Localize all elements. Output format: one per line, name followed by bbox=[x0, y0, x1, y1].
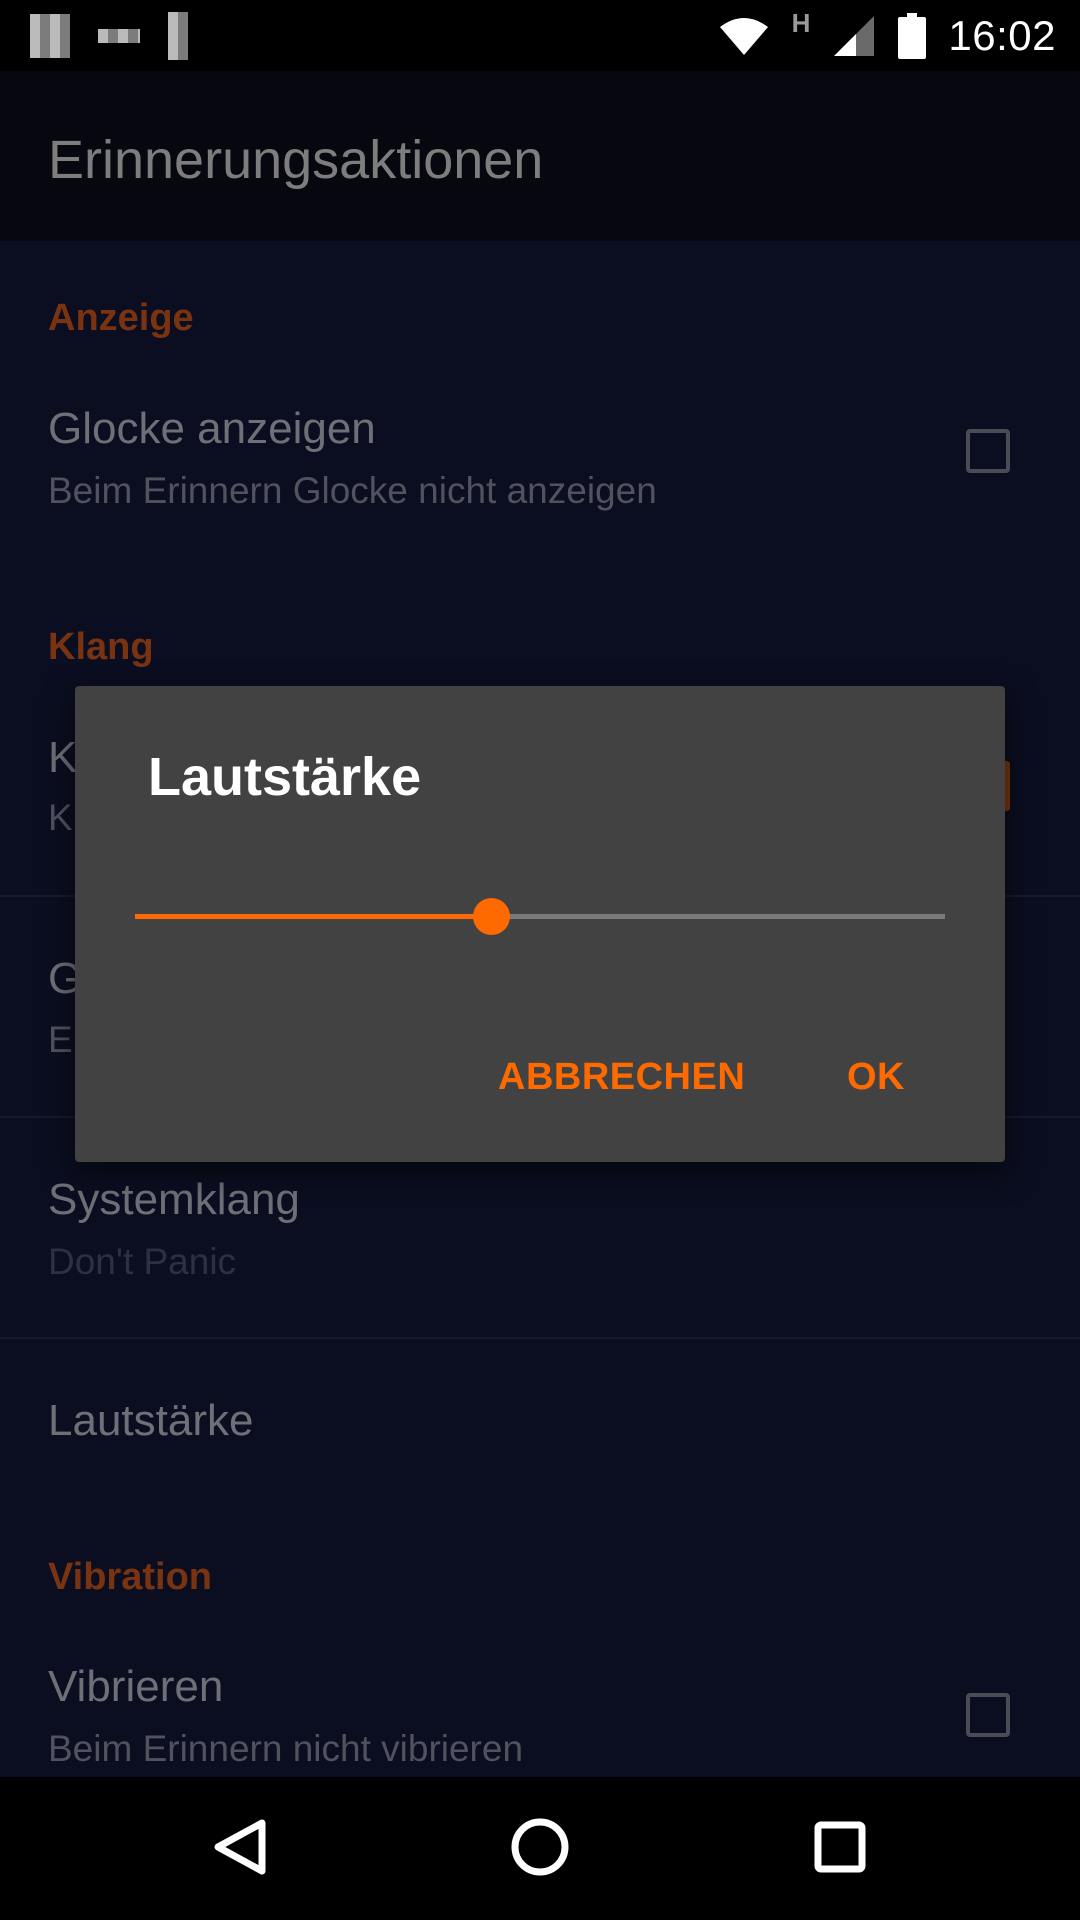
pref-summary: Don't Panic bbox=[48, 1241, 237, 1282]
pref-title: Vibrieren bbox=[48, 1662, 224, 1711]
section-header-vibration: Vibration bbox=[48, 1556, 212, 1598]
status-icons: H 16:02 bbox=[718, 6, 1056, 66]
pref-title: Glocke anzeigen bbox=[48, 404, 376, 453]
pref-summary: K bbox=[48, 797, 73, 838]
pref-summary: Beim Erinnern nicht vibrieren bbox=[48, 1728, 524, 1769]
show-bell-checkbox[interactable] bbox=[966, 429, 1010, 473]
section-header-display: Anzeige bbox=[48, 297, 194, 339]
navigation-bar bbox=[0, 1777, 1080, 1920]
notification-icons bbox=[30, 12, 188, 60]
volume-slider[interactable] bbox=[135, 896, 945, 936]
status-bar: H 16:02 bbox=[0, 0, 1080, 71]
notification-icon bbox=[30, 14, 70, 58]
slider-thumb[interactable] bbox=[473, 898, 510, 935]
volume-dialog: Lautstärke ABBRECHEN OK bbox=[75, 686, 1005, 1162]
pref-title: K bbox=[48, 733, 78, 782]
divider bbox=[0, 1337, 1080, 1339]
pref-summary: Beim Erinnern Glocke nicht anzeigen bbox=[48, 470, 657, 511]
home-icon[interactable] bbox=[490, 1797, 590, 1897]
notification-icon bbox=[168, 12, 188, 60]
cancel-button[interactable]: ABBRECHEN bbox=[498, 1056, 745, 1099]
cell-signal-icon bbox=[834, 16, 875, 56]
section-header-sound: Klang bbox=[48, 626, 154, 668]
notification-icon bbox=[98, 29, 140, 43]
vibrate-checkbox[interactable] bbox=[966, 1693, 1010, 1737]
slider-fill bbox=[135, 914, 491, 919]
pref-title: Lautstärke bbox=[48, 1396, 254, 1445]
battery-icon bbox=[898, 13, 927, 59]
recents-icon[interactable] bbox=[790, 1797, 890, 1897]
status-time: 16:02 bbox=[948, 12, 1056, 59]
pref-summary: E bbox=[48, 1019, 73, 1060]
wifi-icon bbox=[719, 18, 768, 55]
network-type-label: H bbox=[791, 7, 811, 38]
screen: H 16:02 Erinnerungsaktionen Anzeige Gloc… bbox=[0, 0, 1080, 1920]
app-toolbar: Erinnerungsaktionen bbox=[0, 71, 1080, 241]
back-icon[interactable] bbox=[190, 1797, 290, 1897]
ok-button[interactable]: OK bbox=[847, 1056, 905, 1099]
dialog-title: Lautstärke bbox=[148, 747, 422, 807]
pref-title: Systemklang bbox=[48, 1175, 300, 1224]
page-title: Erinnerungsaktionen bbox=[48, 130, 544, 190]
